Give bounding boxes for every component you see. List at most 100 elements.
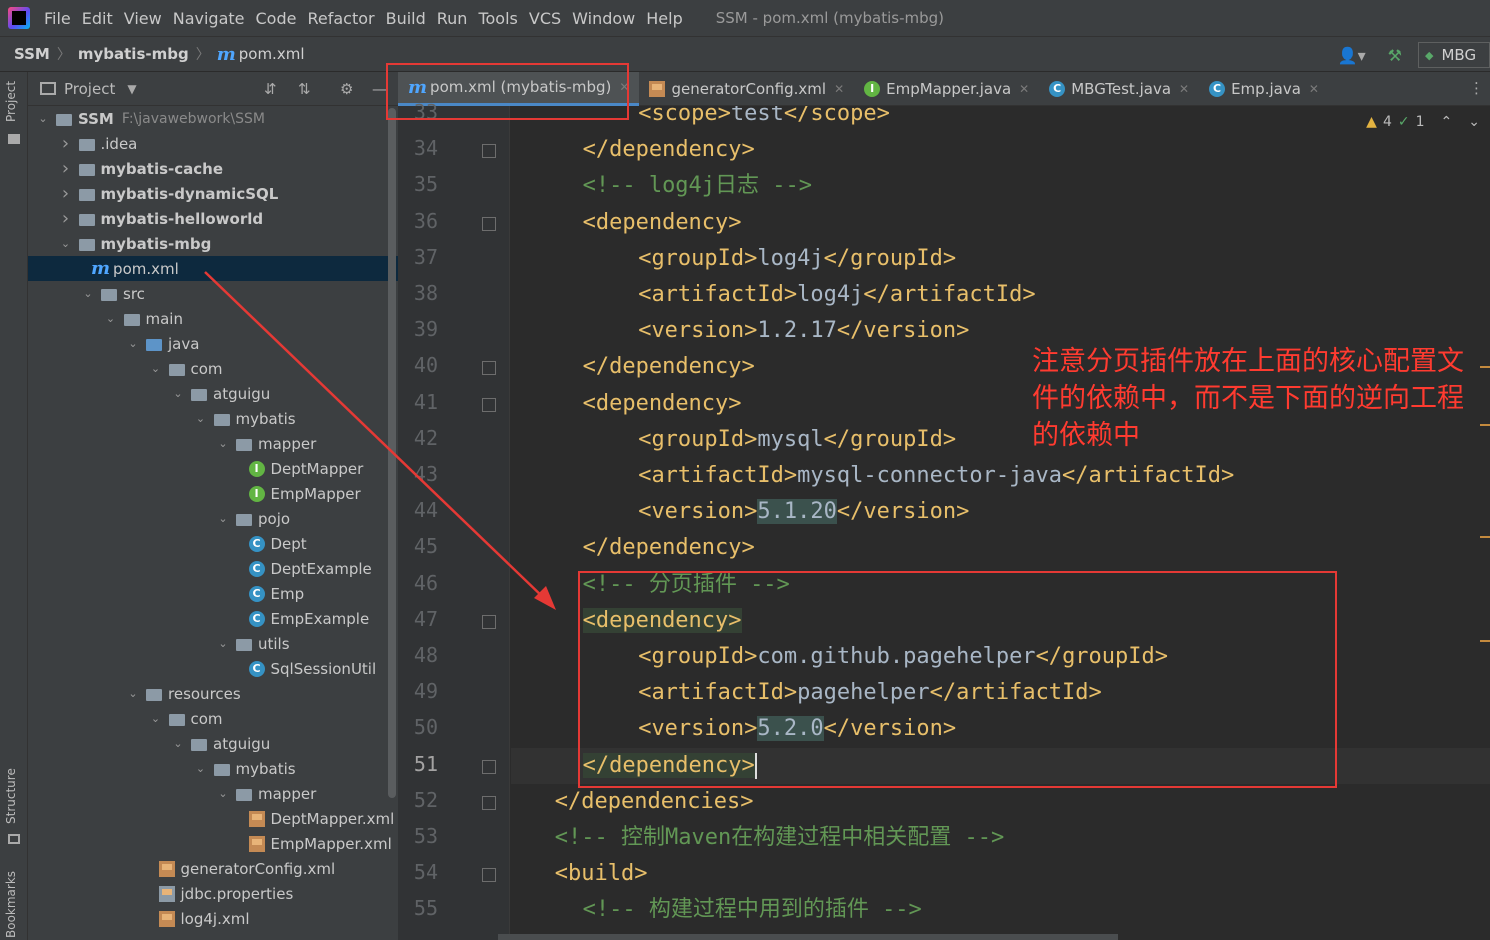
project-tree-scrollbar[interactable] [388,108,396,798]
tree-item[interactable]: ⌄ mybatis-mbg [28,231,398,256]
tree-item[interactable]: › mybatis-helloworld [28,206,398,231]
breadcrumb-project[interactable]: SSM [14,45,50,63]
chevron-down-icon[interactable]: ⌄ [216,637,230,650]
tree-item[interactable]: C SqlSessionUtil [28,656,398,681]
editor-horizontal-scrollbar[interactable] [498,934,1118,940]
tree-item[interactable]: log4j.xml [28,906,398,931]
run-configuration-select[interactable]: ◆ MBG [1418,42,1490,68]
hide-panel-icon[interactable]: — [372,80,387,98]
tree-item[interactable]: ⌄ mapper [28,781,398,806]
tree-item[interactable]: C EmpExample [28,606,398,631]
tree-item[interactable]: ⌄ mybatis [28,756,398,781]
chevron-down-icon[interactable]: ⌄ [216,437,230,450]
chevron-down-icon[interactable]: ⌄ [126,337,140,350]
bookmarks-tool-button[interactable]: Bookmarks [4,871,18,938]
tree-item[interactable]: I DeptMapper [28,456,398,481]
tree-item[interactable]: ⌄ src [28,281,398,306]
chevron-down-icon[interactable]: ⌄ [216,512,230,525]
tree-item[interactable]: ⌄ mybatis [28,406,398,431]
chevron-down-icon[interactable]: ⌄ [81,287,95,300]
tree-item[interactable]: DeptMapper.xml [28,806,398,831]
editor-tab[interactable]: I EmpMapper.java ✕ [854,72,1039,106]
chevron-down-icon[interactable]: ⌄ [216,787,230,800]
tree-item[interactable]: EmpMapper.xml [28,831,398,856]
tree-item[interactable]: C DeptExample [28,556,398,581]
tree-item[interactable]: › mybatis-dynamicSQL [28,181,398,206]
close-icon[interactable]: ✕ [1309,82,1319,96]
menu-view[interactable]: View [124,9,162,28]
menu-file[interactable]: File [44,9,71,28]
user-icon[interactable]: 👤▾ [1338,46,1366,65]
inspection-widget[interactable]: ▲ 4 ✓ 1 ⌃ ⌄ [1366,114,1480,130]
menu-vcs[interactable]: VCS [529,9,561,28]
chevron-down-icon[interactable]: ⌄ [59,237,73,250]
chevron-down-icon[interactable]: ⌄ [36,112,50,125]
expand-all-icon[interactable]: ⇵ [264,80,277,98]
chevron-down-icon[interactable]: ⌄ [171,737,185,750]
menu-build[interactable]: Build [386,9,426,28]
chevron-right-icon[interactable]: › [59,133,73,154]
collapse-all-icon[interactable]: ⇅ [298,80,311,98]
close-icon[interactable]: ✕ [1179,82,1189,96]
tree-item[interactable]: › .idea [28,131,398,156]
tree-item[interactable]: ⌄ com [28,356,398,381]
fold-marker-icon[interactable] [482,614,496,629]
chevron-down-icon[interactable]: ⌄ [194,412,208,425]
project-panel-title[interactable]: Project [64,80,115,98]
menu-refactor[interactable]: Refactor [307,9,374,28]
fold-marker-icon[interactable] [482,397,496,412]
structure-tool-button[interactable]: Structure [4,768,18,824]
menu-code[interactable]: Code [256,9,297,28]
chevron-down-icon[interactable]: ⌄ [171,387,185,400]
menu-tools[interactable]: Tools [478,9,517,28]
menu-navigate[interactable]: Navigate [173,9,245,28]
tree-item[interactable]: ⌄ utils [28,631,398,656]
tree-item[interactable]: m pom.xml [28,256,398,281]
tree-item[interactable]: ⌄ atguigu [28,731,398,756]
chevron-right-icon[interactable]: › [59,208,73,229]
chevron-right-icon[interactable]: › [59,183,73,204]
chevron-down-icon[interactable]: ⌄ [104,312,118,325]
fold-marker-icon[interactable] [482,795,496,810]
menu-run[interactable]: Run [437,9,468,28]
project-tool-button[interactable]: Project [4,81,18,122]
tree-item[interactable]: ⌄ SSM F:\javawebwork\SSM [28,106,398,131]
tree-item[interactable]: ⌄ java [28,331,398,356]
gear-icon[interactable]: ⚙ [340,80,353,98]
tree-item[interactable]: I EmpMapper [28,481,398,506]
close-icon[interactable]: ✕ [834,82,844,96]
close-icon[interactable]: ✕ [1019,82,1029,96]
chevron-right-icon[interactable]: › [59,158,73,179]
more-tabs-icon[interactable]: ⋮ [1469,79,1484,97]
tree-item[interactable]: › mybatis-cache [28,156,398,181]
chevron-down-icon[interactable]: ⌄ [194,762,208,775]
fold-marker-icon[interactable] [482,216,496,231]
tree-item[interactable]: ⌄ main [28,306,398,331]
chevron-down-icon[interactable]: ⌄ [126,687,140,700]
code-editor[interactable]: <scope>test</scope> </dependency> <!-- log… [511,106,1490,940]
tree-item[interactable]: C Dept [28,531,398,556]
menu-edit[interactable]: Edit [82,9,113,28]
breadcrumb-module[interactable]: mybatis-mbg [78,45,189,63]
tree-item[interactable]: jdbc.properties [28,881,398,906]
tree-item[interactable]: ⌄ atguigu [28,381,398,406]
tree-item[interactable]: ⌄ pojo [28,506,398,531]
tree-item[interactable]: C Emp [28,581,398,606]
chevron-down-icon[interactable]: ▼ [127,82,136,96]
chevron-up-icon[interactable]: ⌃ [1441,114,1453,130]
tree-item[interactable]: ⌄ com [28,706,398,731]
fold-marker-icon[interactable] [482,759,496,774]
chevron-down-icon[interactable]: ⌄ [149,712,163,725]
build-hammer-icon[interactable]: ⚒ [1388,46,1402,65]
editor-tab[interactable]: generatorConfig.xml ✕ [639,72,854,106]
tree-item[interactable]: ⌄ mapper [28,431,398,456]
editor-tab[interactable]: C Emp.java ✕ [1199,72,1329,106]
chevron-down-icon[interactable]: ⌄ [149,362,163,375]
intellij-logo-icon[interactable] [8,7,30,29]
fold-marker-icon[interactable] [482,361,496,376]
chevron-down-icon[interactable]: ⌄ [1468,114,1480,130]
menu-help[interactable]: Help [646,9,682,28]
menu-window[interactable]: Window [572,9,635,28]
tree-item[interactable]: ⌄ resources [28,681,398,706]
editor-tab[interactable]: C MBGTest.java ✕ [1039,72,1199,106]
